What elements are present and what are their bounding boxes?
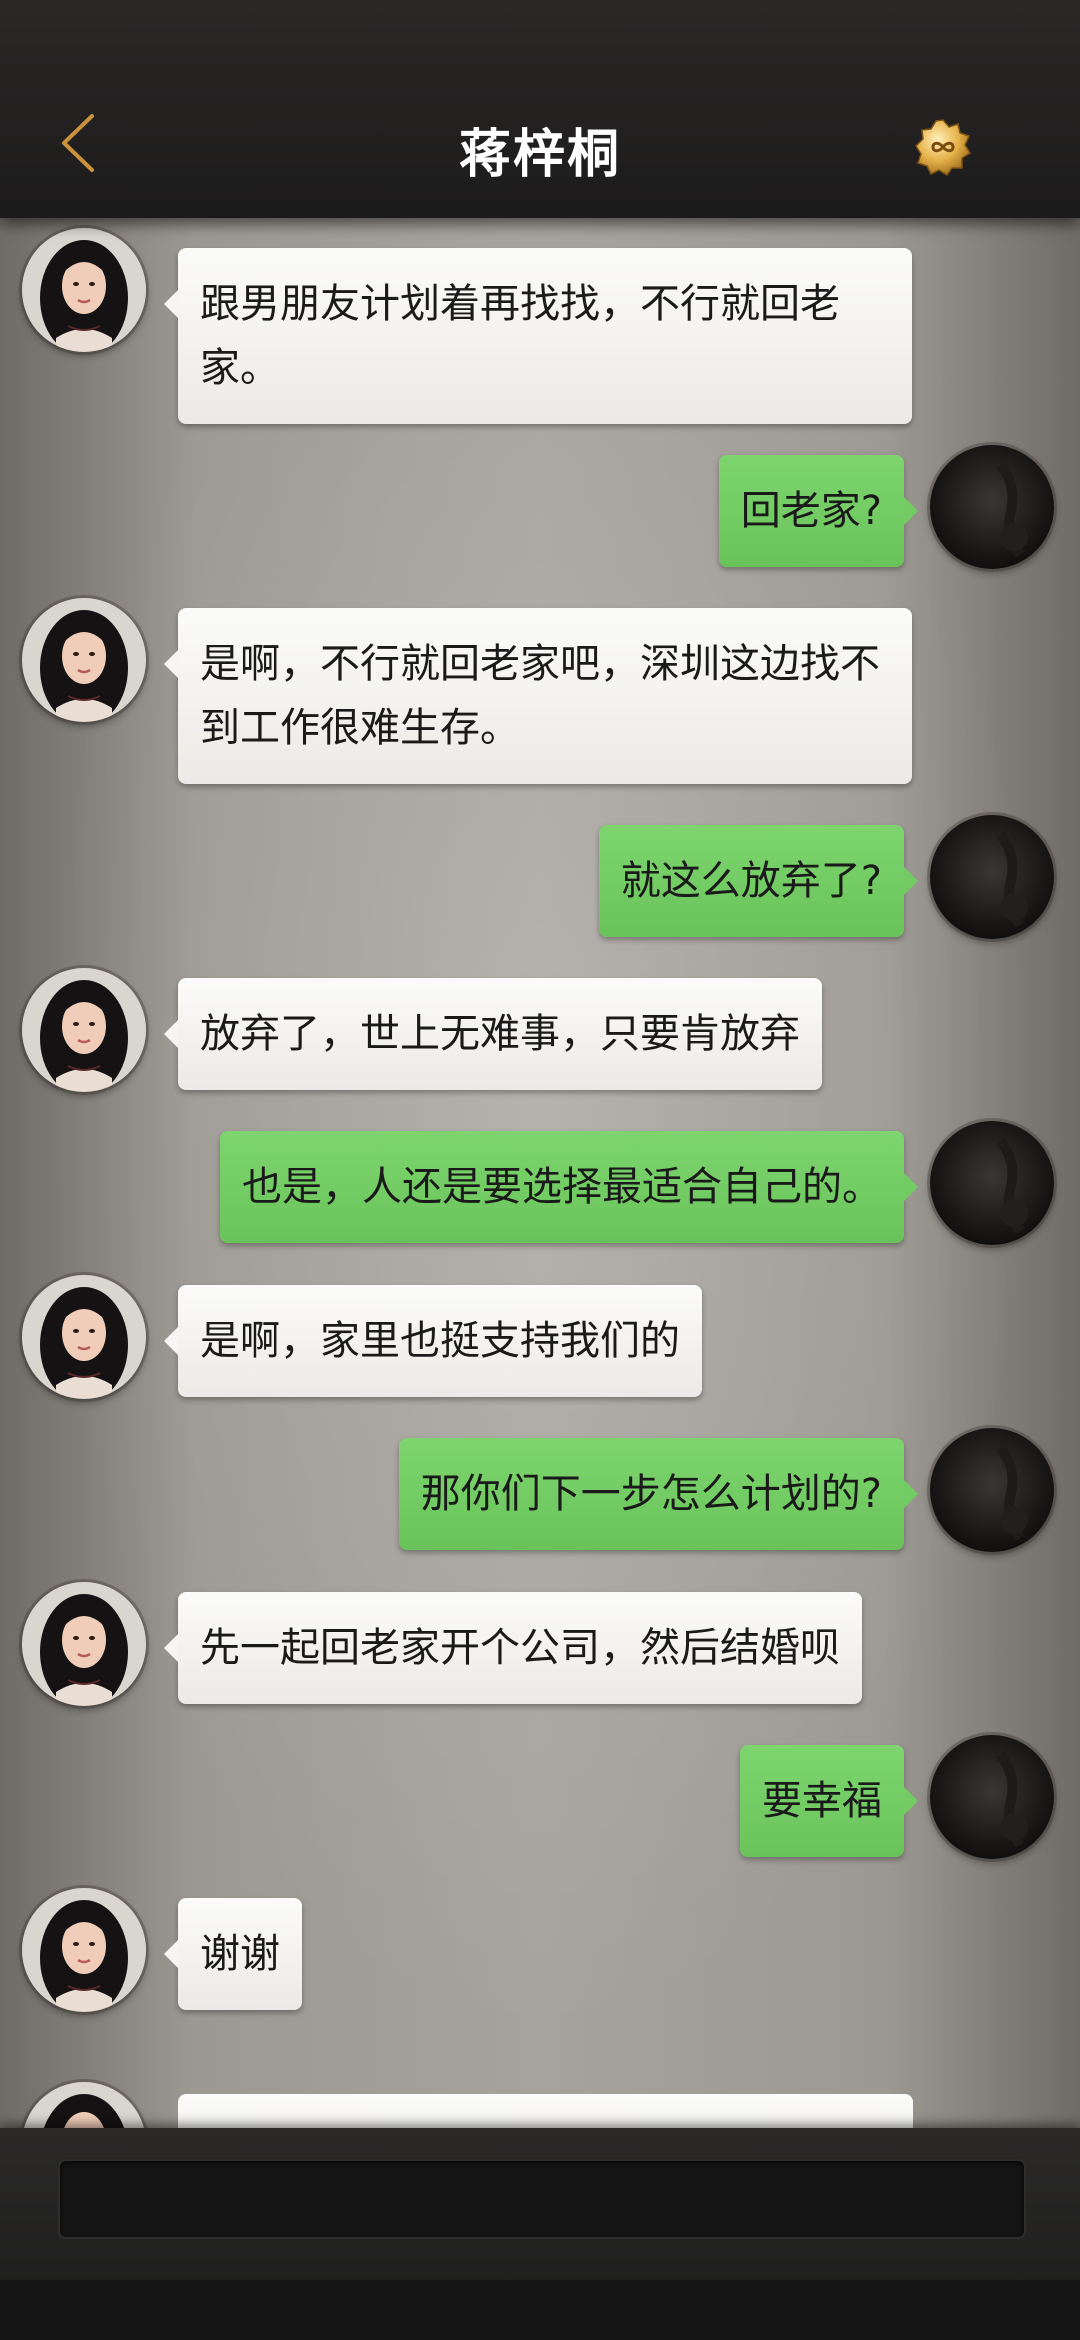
incoming-message-bubble[interactable]: 先一起回老家开个公司，然后结婚呗 [164,1592,862,1704]
bottom-input-bar [0,2128,1080,2340]
user-avatar[interactable] [930,815,1054,939]
incoming-message-bubble[interactable]: 是啊，不行就回老家吧，深圳这边找不到工作很难生存。 [164,608,912,784]
contact-avatar[interactable] [22,1275,146,1399]
chat-message-list[interactable]: 跟男朋友计划着再找找，不行就回老家。 回老家? 是啊，不行就回老家吧，深圳这边找… [0,218,1080,2128]
user-avatar[interactable] [930,445,1054,569]
outgoing-message-bubble[interactable]: 也是，人还是要选择最适合自己的。 [220,1131,918,1243]
user-avatar[interactable] [930,1121,1054,1245]
user-avatar[interactable] [930,1735,1054,1859]
system-nav-bar [0,2280,1080,2340]
incoming-message-bubble[interactable]: 是啊，家里也挺支持我们的 [164,1285,702,1397]
contact-avatar[interactable] [22,1888,146,2012]
outgoing-message-bubble[interactable]: 回老家? [718,455,919,567]
contact-avatar[interactable] [22,228,146,352]
contact-avatar[interactable] [22,598,146,722]
incoming-message-bubble[interactable]: 放弃了，世上无难事，只要肯放弃 [164,978,822,1090]
outgoing-message-bubble[interactable]: 那你们下一步怎么计划的? [398,1438,919,1550]
user-avatar[interactable] [930,1428,1054,1552]
outgoing-message-bubble[interactable]: 要幸福 [740,1745,918,1857]
reply-input-box[interactable] [58,2159,1026,2239]
contact-avatar[interactable] [22,968,146,1092]
infinity-coin-icon[interactable] [914,118,972,176]
incoming-message-bubble[interactable]: 谢谢 [164,1898,302,2010]
top-bar: 蒋梓桐 [0,0,1080,218]
incoming-message-bubble[interactable]: 跟男朋友计划着再找找，不行就回老家。 [164,248,912,424]
outgoing-message-bubble[interactable]: 就这么放弃了? [598,825,919,937]
contact-avatar[interactable] [22,2082,146,2128]
incoming-message-bubble-partial[interactable] [178,2094,913,2128]
contact-avatar[interactable] [22,1582,146,1706]
